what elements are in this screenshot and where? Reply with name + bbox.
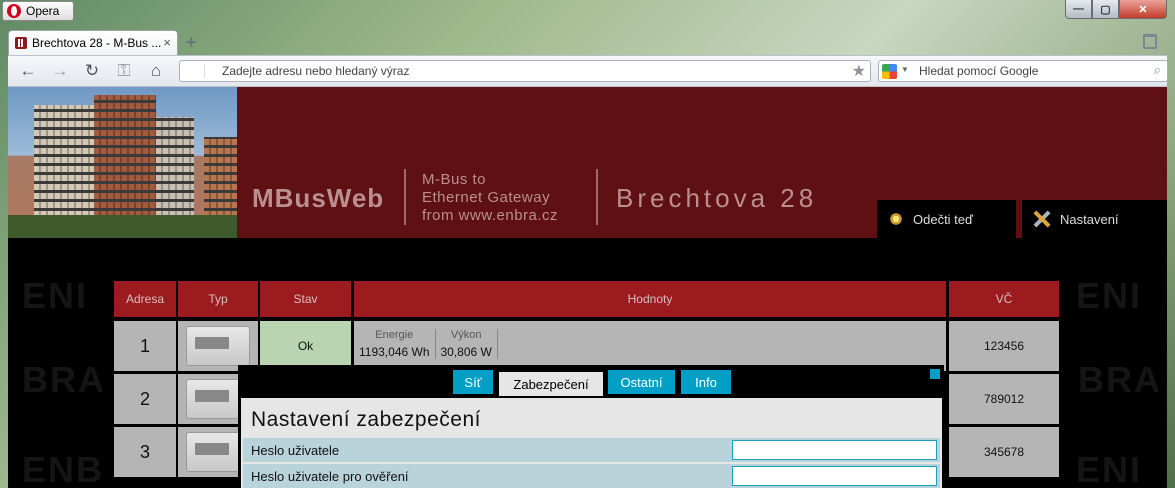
address-bar[interactable]: Zadejte adresu nebo hledaný výraz ★ — [179, 60, 871, 82]
maximize-button[interactable]: ▢ — [1092, 0, 1119, 19]
password-label: Heslo uživatele — [251, 443, 340, 458]
page-info-icon[interactable] — [183, 64, 205, 78]
electricity-meter-icon — [186, 326, 250, 366]
password-field[interactable] — [732, 440, 937, 460]
value-energy: Energie 1193,046 Wh — [354, 329, 436, 359]
watermark-logo: BRA — [1078, 359, 1162, 400]
watermark-logo: ENI — [22, 275, 89, 316]
dialog-resize-icon[interactable] — [930, 369, 940, 379]
status-badge: Ok — [260, 321, 351, 371]
settings-button[interactable]: Nastavení — [1022, 200, 1167, 238]
page-header: MBusWeb M-Bus to Ethernet Gateway from w… — [8, 87, 1167, 238]
read-now-button[interactable]: Odečti teď — [877, 200, 1016, 238]
value-power: Výkon 30,806 W — [436, 329, 498, 359]
settings-dialog: Síť Zabezpečení Ostatní Info Nastavení z… — [238, 365, 944, 488]
row-serial: 123456 — [949, 321, 1059, 371]
column-header-address: Adresa — [114, 281, 176, 317]
back-icon[interactable]: ← — [16, 60, 40, 82]
column-header-type: Typ — [178, 281, 258, 317]
search-box[interactable]: ▼ Hledat pomocí Google ⌕ — [878, 60, 1168, 82]
bookmark-star-icon[interactable]: ★ — [852, 61, 866, 81]
tab-network[interactable]: Síť — [453, 370, 493, 394]
enbra-favicon-icon — [15, 37, 27, 49]
tab-other[interactable]: Ostatní — [608, 370, 675, 394]
header-divider — [404, 169, 406, 225]
row-address: 2 — [114, 374, 176, 424]
watermark-logo: ENB — [22, 449, 105, 488]
opera-menu-button[interactable]: Opera — [2, 1, 74, 21]
header-divider — [596, 169, 598, 225]
window-titlebar: Opera — ▢ ✕ — [0, 0, 1175, 28]
tab-security[interactable]: Zabezpečení — [499, 372, 603, 396]
row-address: 1 — [114, 321, 176, 371]
tab-bar: Brechtova 28 - M-Bus ... × + — [0, 28, 1175, 55]
watermark-logo: ENI — [1076, 449, 1143, 488]
home-icon[interactable]: ⌂ — [144, 60, 168, 82]
search-input[interactable]: Hledat pomocí Google — [919, 64, 1038, 78]
building-name: Brechtova 28 — [616, 183, 818, 213]
opera-menu-label: Opera — [26, 4, 60, 18]
navigation-bar: ← → ↻ ⚿ ⌂ Zadejte adresu nebo hledaný vý… — [8, 55, 1168, 87]
tools-icon — [1032, 209, 1052, 229]
close-window-button[interactable]: ✕ — [1119, 0, 1167, 19]
watermark-logo: BRA — [22, 359, 106, 400]
row-serial: 789012 — [949, 374, 1059, 424]
dialog-title: Nastavení zabezpečení — [251, 408, 481, 431]
password-confirm-label: Heslo uživatele pro ověření — [251, 469, 409, 484]
search-icon[interactable]: ⌕ — [1154, 62, 1161, 78]
google-icon[interactable] — [882, 64, 897, 79]
site-subtitle: M-Bus to Ethernet Gateway from www.enbra… — [422, 171, 559, 224]
password-confirm-field[interactable] — [732, 466, 937, 486]
address-input[interactable]: Zadejte adresu nebo hledaný výraz — [222, 64, 409, 78]
minimize-button[interactable]: — — [1065, 0, 1092, 19]
row-serial: 345678 — [949, 427, 1059, 477]
reload-icon[interactable]: ↻ — [80, 60, 104, 82]
new-tab-button[interactable]: + — [186, 32, 197, 53]
tab-close-icon[interactable]: × — [163, 35, 171, 50]
site-logo: MBusWeb — [252, 183, 385, 213]
tab-title: Brechtova 28 - M-Bus ... — [32, 36, 162, 50]
password-row: Heslo uživatele — [243, 438, 940, 462]
column-header-serial: VČ — [949, 281, 1059, 317]
web-page: MBusWeb M-Bus to Ethernet Gateway from w… — [8, 87, 1167, 488]
dialog-body: Nastavení zabezpečení Heslo uživatele He… — [241, 398, 942, 488]
column-header-status: Stav — [260, 281, 351, 317]
trash-icon[interactable] — [1143, 34, 1157, 49]
column-header-values: Hodnoty — [354, 281, 946, 317]
row-values: Energie 1193,046 Wh Výkon 30,806 W — [354, 321, 946, 371]
building-photo — [8, 87, 237, 238]
browser-tab[interactable]: Brechtova 28 - M-Bus ... × — [8, 30, 178, 55]
row-address: 3 — [114, 427, 176, 477]
tab-info[interactable]: Info — [681, 370, 731, 394]
password-confirm-row: Heslo uživatele pro ověření — [243, 464, 940, 488]
opera-logo-icon — [7, 4, 21, 18]
search-engine-dropdown-icon[interactable]: ▼ — [901, 65, 909, 74]
meter-image — [178, 321, 258, 371]
forward-icon[interactable]: → — [48, 60, 72, 82]
spark-icon — [887, 210, 905, 228]
key-icon[interactable]: ⚿ — [112, 60, 136, 82]
watermark-logo: ENI — [1076, 275, 1143, 316]
